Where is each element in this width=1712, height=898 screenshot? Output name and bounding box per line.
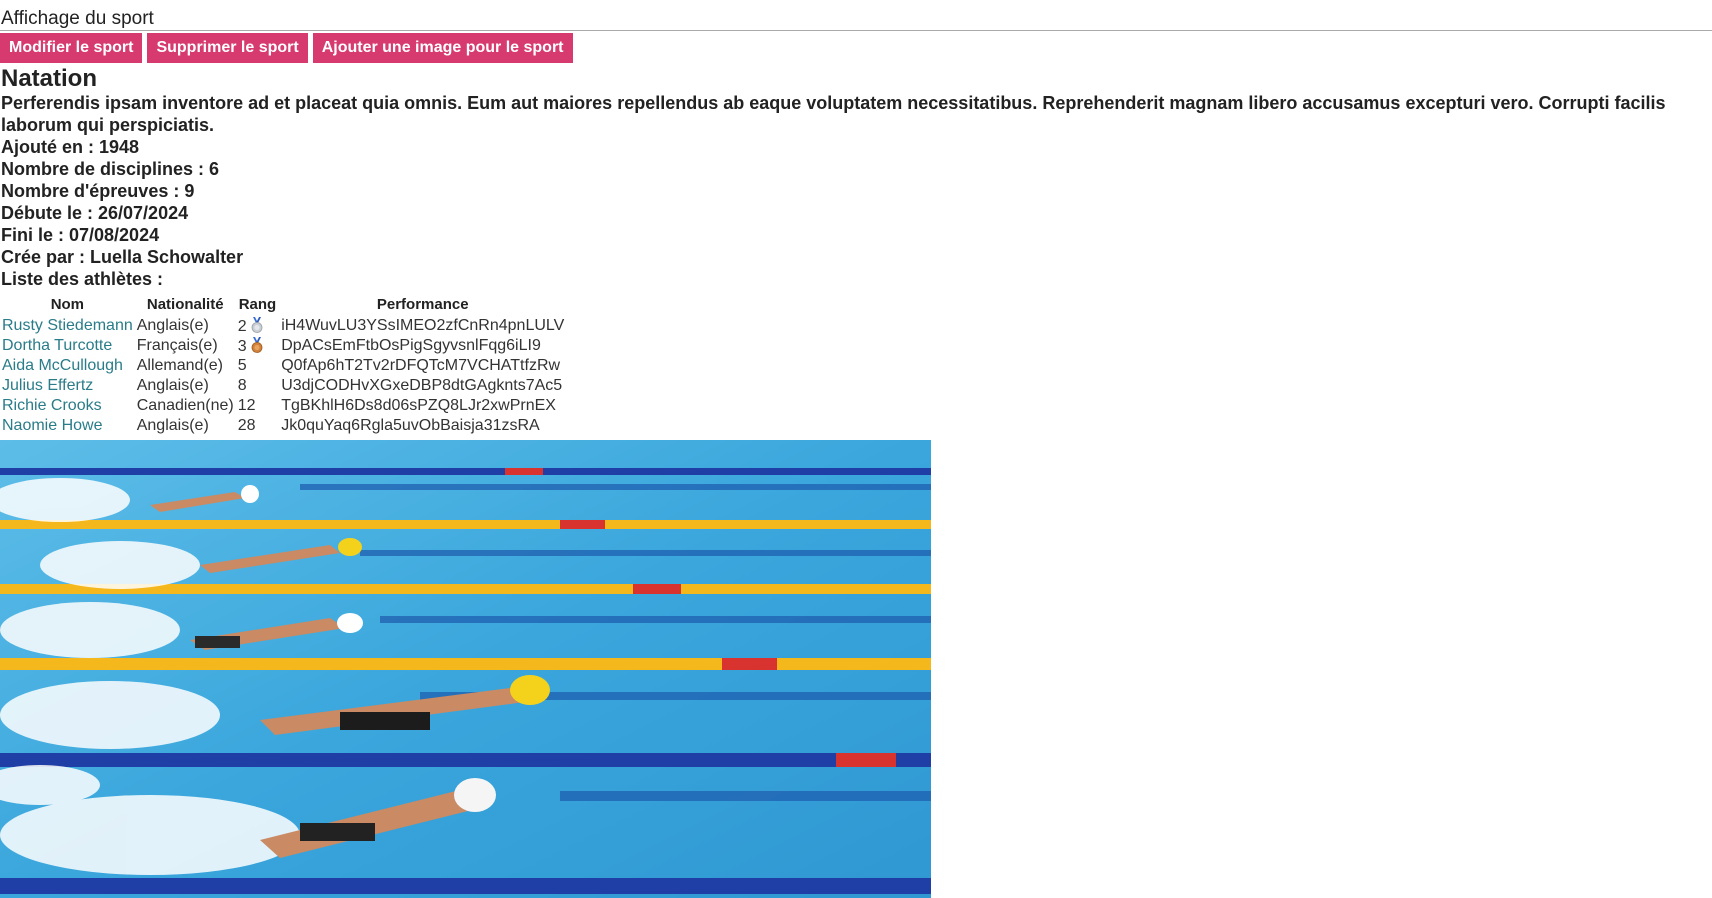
sport-photo: [0, 440, 931, 898]
table-row: Rusty Stiedemann Anglais(e) 2 iH4WuvLU3Y…: [0, 316, 566, 336]
column-header-performance: Performance: [376, 296, 469, 313]
table-header-row: Nom Nationalité Rang Performance: [0, 293, 566, 316]
sport-title: Natation: [1, 65, 97, 92]
lane-rope-5: [0, 753, 931, 767]
athlete-name-link[interactable]: Naomie Howe: [0, 416, 135, 436]
table-row: Julius Effertz Anglais(e) 8 U3djCODHvXGx…: [0, 376, 566, 396]
sport-page: Affichage du sport Modifier le sport Sup…: [0, 0, 1712, 898]
sport-description: Perferendis ipsam inventore ad et placea…: [1, 93, 1666, 135]
athlete-rank: 12: [237, 397, 256, 414]
lane-rope-6: [0, 878, 931, 894]
athlete-performance: Q0fAp6hT2Tv2rDFQTcM7VCHATtfzRw: [281, 357, 561, 374]
athlete-rank: 3: [237, 337, 247, 355]
column-header-nationality: Nationalité: [146, 296, 224, 313]
table-row: Naomie Howe Anglais(e) 28 Jk0quYaq6Rgla5…: [0, 416, 566, 436]
lane-rope-2: [0, 520, 931, 529]
athlete-rank: 2: [237, 317, 247, 335]
add-image-button[interactable]: Ajouter une image pour le sport: [312, 33, 573, 63]
athlete-rank-cell: 2: [236, 316, 280, 336]
athlete-performance: TgBKhlH6Ds8d06sPZQ8LJr2xwPrnEX: [281, 397, 556, 414]
table-row: Dortha Turcotte Français(e) 3 DpACsEmFtb…: [0, 336, 566, 356]
column-header-rank: Rang: [238, 296, 277, 313]
athlete-rank-cell: 3: [236, 336, 280, 356]
page-header-title: Affichage du sport: [1, 8, 154, 29]
athlete-nationality: Allemand(e): [136, 357, 223, 374]
athlete-name-link[interactable]: Dortha Turcotte: [0, 336, 135, 356]
athlete-name-link[interactable]: Aida McCullough: [0, 356, 135, 376]
edit-sport-button[interactable]: Modifier le sport: [0, 33, 143, 63]
athlete-performance: U3djCODHvXGxeDBP8dtGAgknts7Ac5: [281, 377, 563, 394]
athlete-nationality: Anglais(e): [136, 417, 209, 434]
athlete-rank: 8: [237, 377, 247, 394]
bronze-medal-icon: [251, 336, 262, 353]
table-row: Richie Crooks Canadien(ne) 12 TgBKhlH6Ds…: [0, 396, 566, 416]
lane-rope-4: [0, 658, 931, 670]
page-header: Affichage du sport: [0, 0, 1712, 31]
athlete-rank: 5: [237, 357, 247, 374]
athlete-name-link[interactable]: Richie Crooks: [0, 396, 135, 416]
end-date: Fini le : 07/08/2024: [1, 225, 160, 245]
athlete-nationality: Français(e): [136, 337, 218, 354]
start-date: Débute le : 26/07/2024: [1, 203, 189, 223]
column-header-name: Nom: [50, 296, 85, 313]
events-count: Nombre d'épreuves : 9: [1, 181, 195, 201]
athlete-performance: Jk0quYaq6Rgla5uvObBaisja31zsRA: [281, 417, 540, 434]
lane-rope-1: [0, 468, 931, 475]
added-in: Ajouté en : 1948: [1, 137, 140, 157]
table-row: Aida McCullough Allemand(e) 5 Q0fAp6hT2T…: [0, 356, 566, 376]
athlete-nationality: Anglais(e): [136, 317, 209, 334]
disciplines-count: Nombre de disciplines : 6: [1, 159, 220, 179]
athlete-rank: 28: [237, 417, 256, 434]
athlete-name-link[interactable]: Rusty Stiedemann: [0, 316, 135, 336]
athlete-nationality: Anglais(e): [136, 377, 209, 394]
athlete-performance: DpACsEmFtbOsPigSgyvsnlFqg6iLI9: [281, 337, 541, 354]
athlete-name-link[interactable]: Julius Effertz: [0, 376, 135, 396]
silver-medal-icon: [251, 316, 262, 333]
created-by: Crée par : Luella Schowalter: [1, 247, 244, 267]
athlete-nationality: Canadien(ne): [136, 397, 234, 414]
action-toolbar: Modifier le sport Supprimer le sport Ajo…: [0, 31, 1712, 63]
athletes-heading: Liste des athlètes :: [1, 269, 164, 289]
athletes-table: Nom Nationalité Rang Performance Rusty S…: [0, 293, 566, 436]
athlete-performance: iH4WuvLU3YSsIMEO2zfCnRn4pnLULV: [281, 317, 565, 334]
delete-sport-button[interactable]: Supprimer le sport: [147, 33, 308, 63]
